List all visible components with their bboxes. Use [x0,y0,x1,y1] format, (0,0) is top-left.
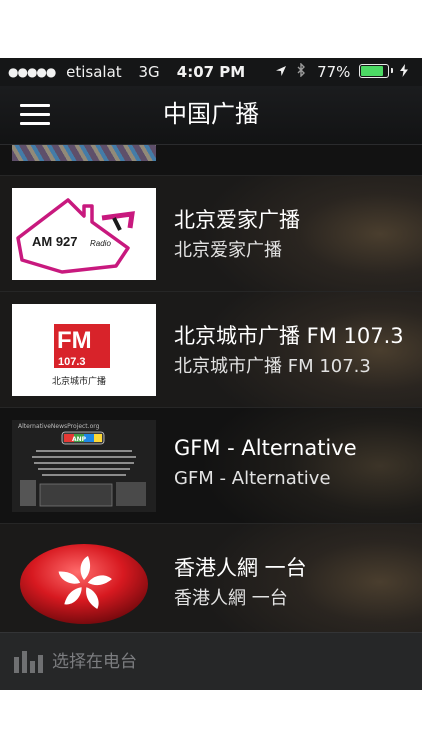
equalizer-icon [14,651,43,673]
station-list[interactable]: AM 927 Radio 北京爱家广播 北京爱家广播 FM 107.3 北京城市… [0,145,422,632]
station-row[interactable]: FM 107.3 北京城市广播 北京城市广播 FM 107.3 北京城市广播 F… [0,291,422,408]
charging-bolt-icon [400,60,408,88]
fm-logo-text: FM [57,327,92,354]
station-logo-hk-flag [12,536,156,628]
station-row-partial[interactable] [0,145,422,175]
gfm-logo-badge: ANP [72,436,87,443]
page-title: 中国广播 [163,100,259,128]
station-subtitle: 北京爱家广播 [174,240,282,261]
status-bar: ●●●●● etisalat 3G 4:07 PM 77% [0,58,422,86]
station-row[interactable]: AM 927 Radio 北京爱家广播 北京爱家广播 [0,175,422,292]
fm-logo-number: 107.3 [58,356,86,368]
select-station-label: 选择在电台 [52,652,137,672]
battery-level-fill [361,66,383,76]
battery-percentage: 77% [317,63,351,81]
station-logo-am927: AM 927 Radio [12,188,156,280]
navigation-bar: 中国广播 [0,86,422,145]
am-logo-text: AM 927 [32,234,78,249]
station-subtitle: GFM - Alternative [174,468,331,489]
fm-logo-caption: 北京城市广播 [52,375,106,387]
location-arrow-icon [275,60,287,88]
bluetooth-icon [297,60,306,88]
station-logo-gfm: AlternativeNewsProject.org ANP [12,420,156,512]
station-title: 北京城市广播 FM 107.3 [174,324,404,348]
station-subtitle: 香港人網 一台 [174,588,288,609]
app-screen: ●●●●● etisalat 3G 4:07 PM 77% 中国广播 AM 92… [0,58,422,690]
now-playing-bar[interactable]: 选择在电台 [0,632,422,690]
station-subtitle: 北京城市广播 FM 107.3 [174,356,371,377]
station-title: 香港人網 一台 [174,556,307,580]
status-right: 77% [275,58,414,88]
battery-icon [359,64,394,78]
station-title: GFM - Alternative [174,436,357,460]
station-row[interactable]: 香港人網 一台 香港人網 一台 [0,523,422,632]
station-logo-partial [12,145,156,161]
gfm-logo-url: AlternativeNewsProject.org [18,423,100,430]
am-logo-suffix: Radio [90,239,111,248]
station-logo-fm1073: FM 107.3 北京城市广播 [12,304,156,396]
station-row[interactable]: AlternativeNewsProject.org ANP GFM - Alt… [0,407,422,524]
station-title: 北京爱家广播 [174,208,300,232]
